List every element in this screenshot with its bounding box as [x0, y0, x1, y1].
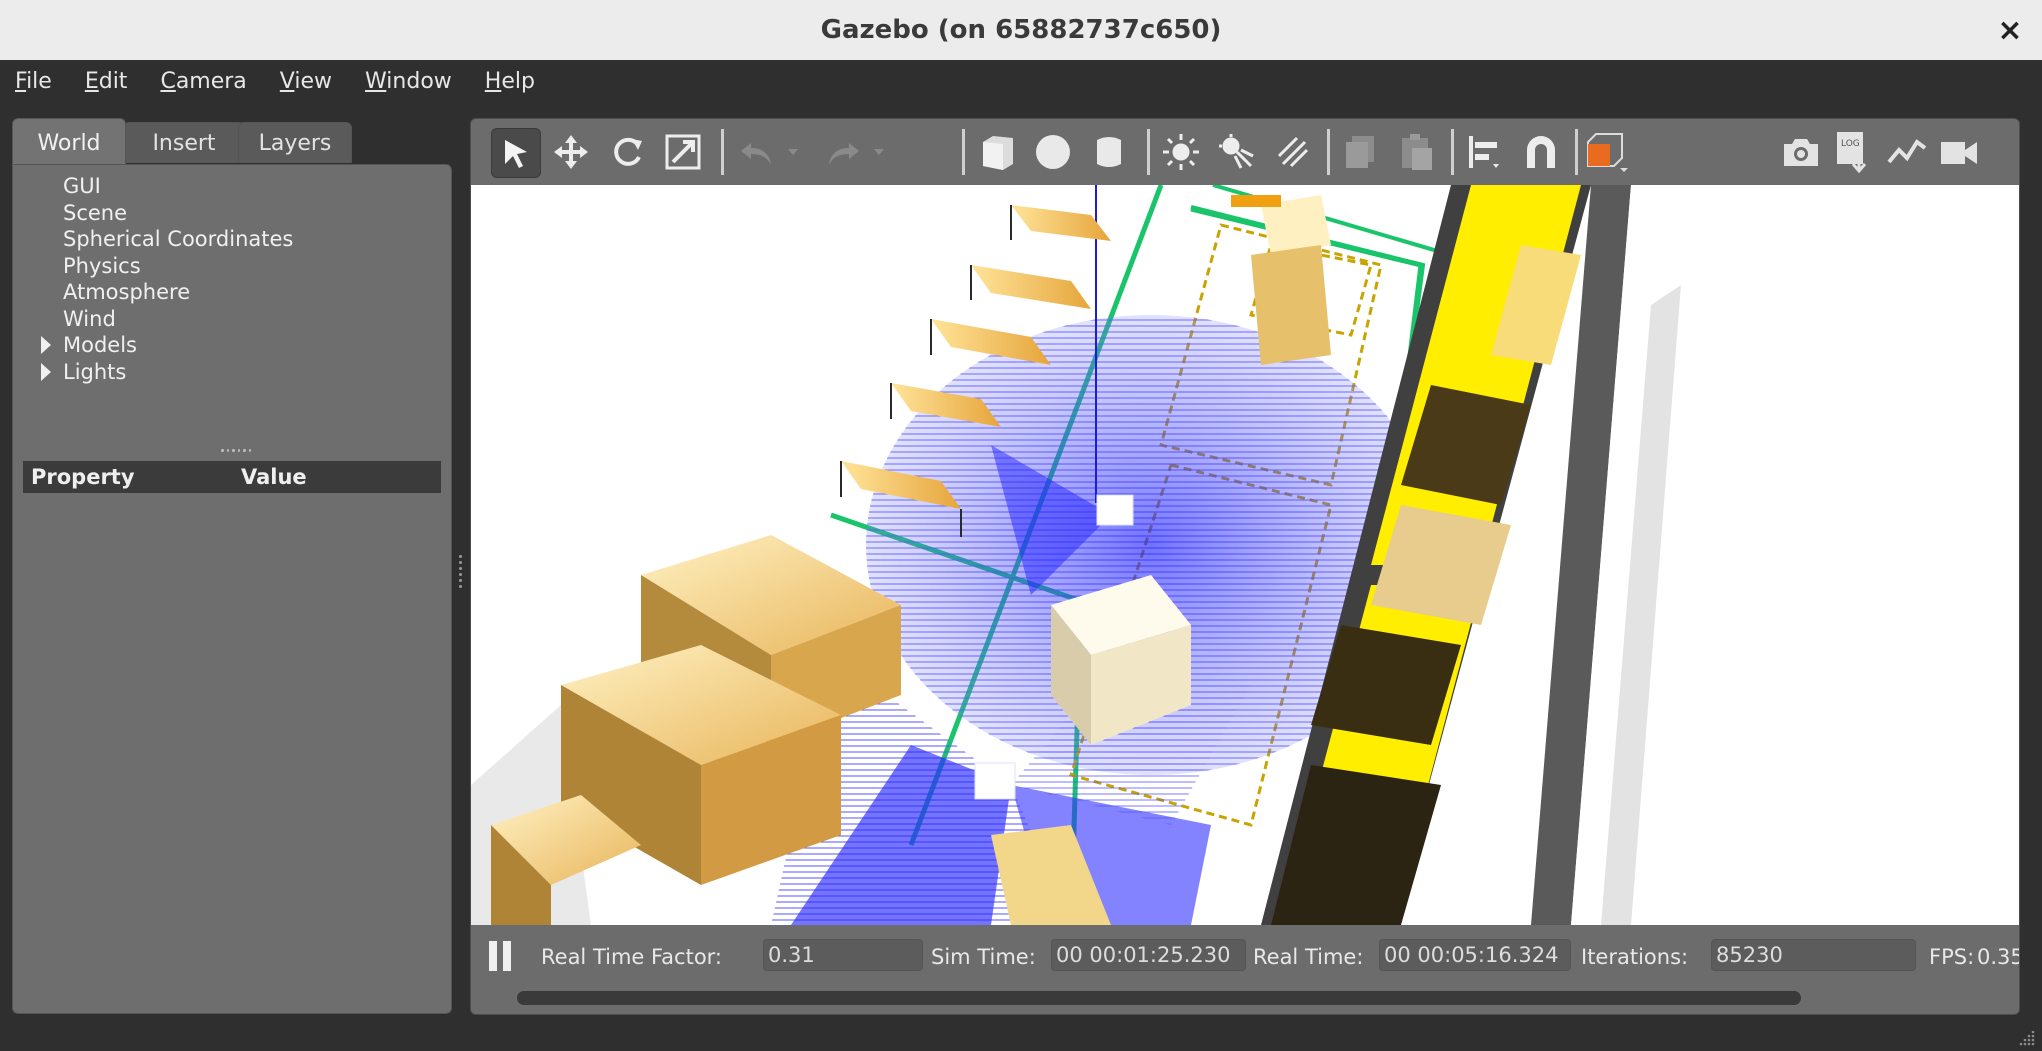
paste-icon[interactable] — [1393, 128, 1441, 176]
toolbar-separator — [721, 129, 724, 175]
tree-item-gui[interactable]: GUI — [13, 173, 433, 200]
copy-icon[interactable] — [1337, 128, 1385, 176]
view-angle-icon[interactable] — [1583, 128, 1631, 176]
world-tree: GUI Scene Spherical Coordinates Physics … — [13, 173, 433, 385]
sphere-icon[interactable] — [1029, 128, 1077, 176]
status-horizontal-scrollbar[interactable] — [517, 991, 1801, 1005]
sim-time-label: Sim Time: — [931, 945, 1036, 969]
menu-file[interactable]: File — [15, 69, 52, 94]
expand-arrow-icon[interactable] — [41, 362, 51, 381]
toolbar-separator — [1147, 129, 1150, 175]
select-arrow-icon[interactable] — [491, 128, 541, 178]
resize-grip-icon[interactable] — [2016, 1027, 2036, 1047]
render-frame: LOG Real Time Factor: 0.31 Sim Time: 00 … — [470, 118, 2020, 1015]
tree-item-physics[interactable]: Physics — [13, 253, 433, 280]
panel-splitter-handle[interactable] — [221, 449, 251, 455]
undo-dropdown-icon[interactable] — [779, 128, 807, 176]
tree-item-lights[interactable]: Lights — [13, 359, 433, 386]
svg-text:LOG: LOG — [1841, 139, 1860, 149]
menu-edit[interactable]: Edit — [85, 69, 128, 94]
tree-item-atmosphere[interactable]: Atmosphere — [13, 279, 433, 306]
tree-item-models[interactable]: Models — [13, 332, 433, 359]
point-light-icon[interactable] — [1157, 128, 1205, 176]
scale-icon[interactable] — [659, 128, 707, 176]
redo-dropdown-icon[interactable] — [865, 128, 893, 176]
warehouse-scene — [471, 185, 2019, 925]
window-title: Gazebo (on 65882737c650) — [820, 15, 1222, 45]
toolbar: LOG — [471, 119, 2019, 185]
tab-world[interactable]: World — [12, 118, 126, 167]
robot-upper — [1096, 494, 1134, 526]
record-video-icon[interactable] — [1935, 128, 1983, 176]
toolbar-separator — [962, 129, 965, 175]
world-panel: GUI Scene Spherical Coordinates Physics … — [12, 164, 452, 1014]
menu-window[interactable]: Window — [365, 69, 452, 94]
iterations-value: 85230 — [1711, 939, 1916, 971]
sim-time-value: 00 00:01:25.230 — [1051, 939, 1246, 971]
plot-icon[interactable] — [1883, 128, 1931, 176]
directional-light-icon[interactable] — [1269, 128, 1317, 176]
screenshot-icon[interactable] — [1777, 128, 1825, 176]
real-time-label: Real Time: — [1253, 945, 1364, 969]
translate-icon[interactable] — [547, 128, 595, 176]
real-time-factor-value: 0.31 — [763, 939, 923, 971]
menu-view[interactable]: View — [280, 69, 332, 94]
fps-value: 0.35 — [1977, 945, 2020, 969]
rotate-icon[interactable] — [603, 128, 651, 176]
log-icon[interactable]: LOG — [1829, 128, 1877, 176]
toolbar-separator — [1575, 129, 1578, 175]
tab-layers[interactable]: Layers — [238, 122, 352, 163]
main-splitter-handle[interactable] — [459, 555, 463, 589]
left-panel-tabs: Insert Layers World — [12, 118, 452, 167]
cylinder-icon[interactable] — [1085, 128, 1133, 176]
real-time-value: 00 00:05:16.324 — [1379, 939, 1571, 971]
snap-magnet-icon[interactable] — [1517, 128, 1565, 176]
status-fields: Real Time Factor: 0.31 Sim Time: 00 00:0… — [471, 939, 2019, 975]
tree-item-wind[interactable]: Wind — [13, 306, 433, 333]
align-icon[interactable] — [1461, 128, 1509, 176]
spot-light-icon[interactable] — [1213, 128, 1261, 176]
close-icon[interactable]: × — [1992, 12, 2028, 48]
property-table-header: Property Value — [23, 461, 441, 493]
left-panel: Insert Layers World GUI Scene Spherical … — [12, 118, 452, 1014]
tree-item-spherical-coordinates[interactable]: Spherical Coordinates — [13, 226, 433, 253]
window-titlebar: Gazebo (on 65882737c650) × — [0, 0, 2042, 61]
redo-icon[interactable] — [819, 128, 867, 176]
undo-icon[interactable] — [733, 128, 781, 176]
tree-item-scene[interactable]: Scene — [13, 200, 433, 227]
toolbar-separator — [1451, 129, 1454, 175]
property-column-header: Property — [31, 465, 135, 489]
menu-help[interactable]: Help — [485, 69, 535, 94]
expand-arrow-icon[interactable] — [41, 336, 51, 355]
robot-lower — [974, 762, 1016, 800]
menu-camera[interactable]: Camera — [160, 69, 246, 94]
status-bar: Real Time Factor: 0.31 Sim Time: 00 00:0… — [471, 925, 2019, 1014]
toolbar-separator — [1327, 129, 1330, 175]
tab-insert[interactable]: Insert — [123, 122, 245, 163]
iterations-label: Iterations: — [1581, 945, 1689, 969]
value-column-header: Value — [241, 465, 307, 489]
real-time-factor-label: Real Time Factor: — [541, 945, 723, 969]
3d-viewport[interactable] — [471, 185, 2019, 925]
menu-bar: File Edit Camera View Window Help — [0, 60, 2042, 102]
fps-label: FPS: — [1929, 945, 1975, 969]
box-icon[interactable] — [973, 128, 1021, 176]
